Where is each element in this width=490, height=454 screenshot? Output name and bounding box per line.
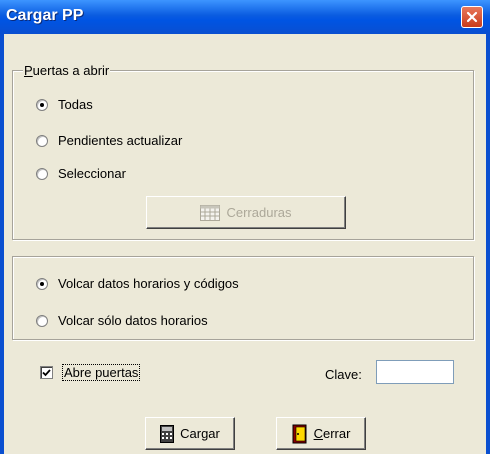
- cerrar-label: Cerrar: [313, 426, 351, 441]
- radio-seleccionar[interactable]: Seleccionar: [36, 166, 126, 181]
- puertas-group-legend: Puertas a abrir: [23, 63, 111, 78]
- window-frame-left: [0, 34, 4, 454]
- close-icon: [466, 11, 478, 23]
- cargar-label: Cargar: [180, 426, 220, 441]
- radio-volcar-codigos-button[interactable]: [36, 277, 48, 290]
- cerrar-button[interactable]: Cerrar: [276, 417, 366, 450]
- radio-volcar-solo-label: Volcar sólo datos horarios: [58, 313, 208, 328]
- radio-seleccionar-button[interactable]: [36, 167, 48, 180]
- radio-todas-button[interactable]: [36, 98, 48, 111]
- radio-todas[interactable]: Todas: [36, 97, 93, 112]
- radio-seleccionar-label: Seleccionar: [58, 166, 126, 181]
- radio-volcar-codigos-label: Volcar datos horarios y códigos: [58, 276, 239, 291]
- radio-pendientes-button[interactable]: [36, 134, 48, 147]
- window-title: Cargar PP: [6, 7, 84, 24]
- exit-door-icon: [292, 424, 307, 443]
- abre-puertas-label[interactable]: Abre puertas: [62, 364, 141, 381]
- radio-pendientes-actualizar[interactable]: Pendientes actualizar: [36, 133, 182, 148]
- close-button[interactable]: [461, 6, 483, 28]
- radio-volcar-datos-codigos[interactable]: Volcar datos horarios y códigos: [36, 276, 239, 291]
- title-bar: Cargar PP: [0, 0, 490, 34]
- radio-volcar-solo-button[interactable]: [36, 314, 48, 327]
- cargar-button[interactable]: Cargar: [145, 417, 235, 450]
- cerraduras-button[interactable]: Cerraduras: [146, 196, 346, 229]
- calendar-grid-icon: [200, 204, 221, 221]
- check-icon: [42, 369, 51, 377]
- clave-label: Clave:: [325, 367, 362, 382]
- window-frame-right: [486, 34, 490, 454]
- radio-pendientes-label: Pendientes actualizar: [58, 133, 183, 148]
- abre-puertas-checkbox[interactable]: [40, 366, 53, 379]
- radio-todas-label: Todas: [58, 97, 93, 112]
- radio-volcar-solo-datos[interactable]: Volcar sólo datos horarios: [36, 313, 208, 328]
- cerraduras-label: Cerraduras: [226, 205, 292, 220]
- calculator-icon: [160, 424, 175, 443]
- clave-input[interactable]: [376, 360, 454, 384]
